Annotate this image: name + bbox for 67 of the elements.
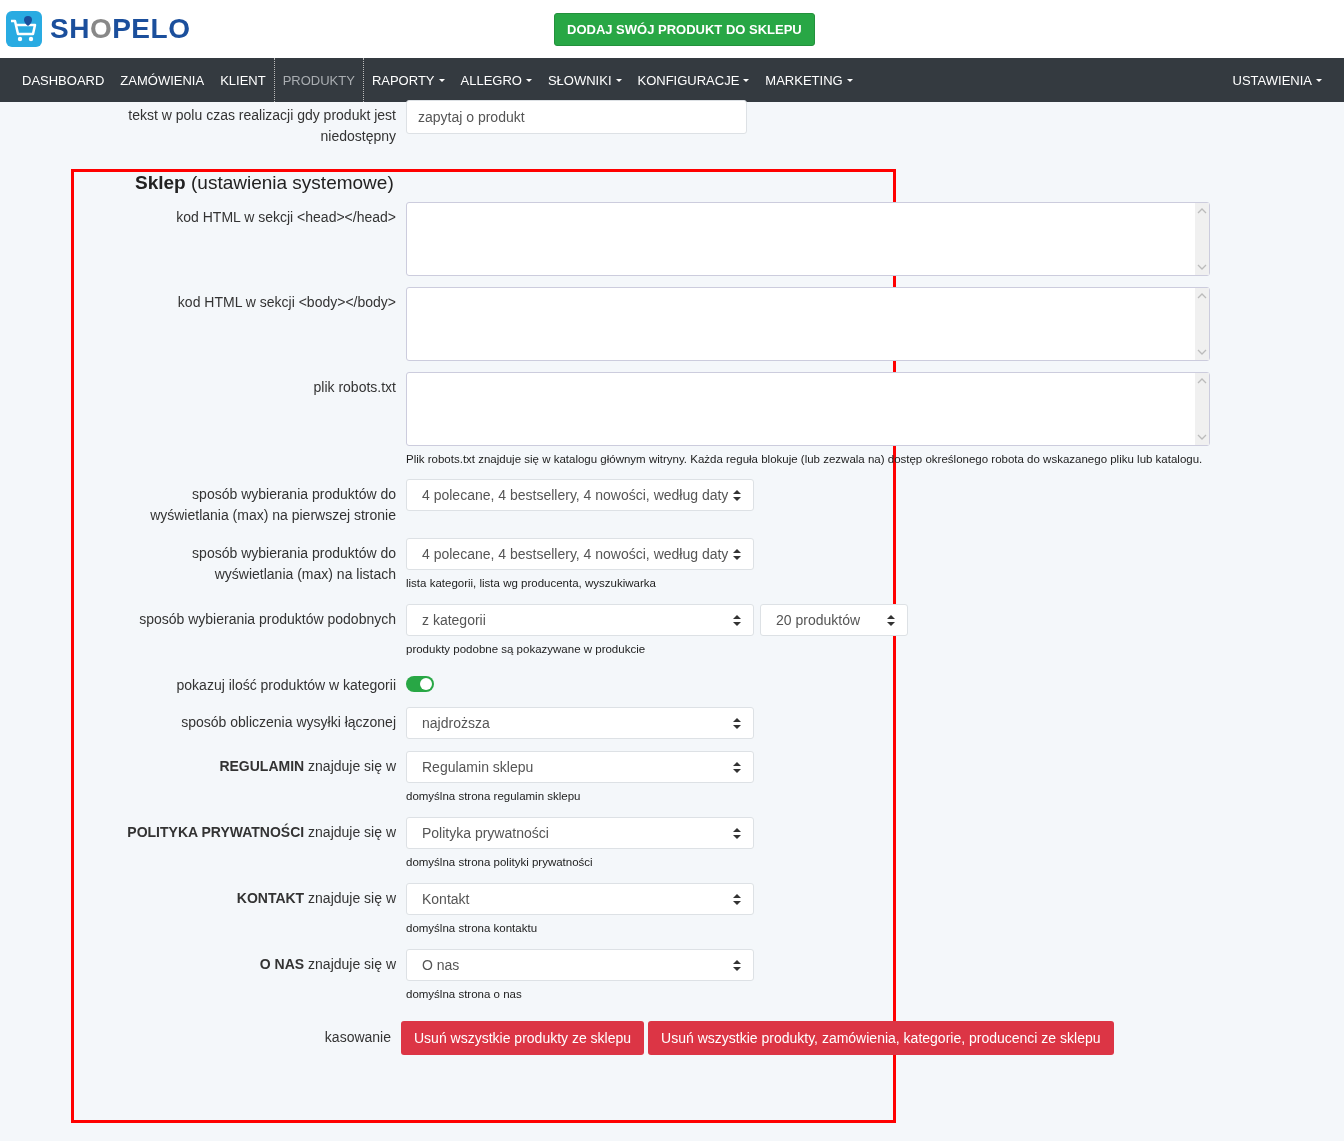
sort-icon [733,614,741,626]
sort-icon [733,893,741,905]
nav-item[interactable]: DASHBOARD [14,58,113,102]
sort-icon [733,761,741,773]
select-field[interactable]: Kontakt [406,883,754,915]
section-title: Sklep (ustawienia systemowe) [135,172,395,194]
select-field[interactable]: O nas [406,949,754,981]
sort-icon [733,489,741,501]
select-field[interactable]: Polityka prywatności [406,817,754,849]
delete-button[interactable]: Usuń wszystkie produkty, zamówienia, kategorie, producenci ze sklepu [648,1021,1114,1055]
nav-item[interactable]: USTAWIENIA [1224,58,1330,102]
text-area[interactable] [406,372,1210,446]
nav-item[interactable]: SŁOWNIKI [539,58,630,102]
sort-icon [733,548,741,560]
field-label: sposób obliczenia wysyłki łączonej [180,713,396,732]
toggle-switch[interactable] [406,676,434,692]
help-text: produkty podobne są pokazywane w produkcie [406,642,647,657]
field-label: sposób wybierania produktów podobnych [138,610,396,629]
field-label: POLITYKA PRYWATNOŚCI znajduje się w [126,822,396,842]
select-field[interactable]: 4 polecane, 4 bestsellery, 4 nowości, według daty [406,538,754,570]
nav-item[interactable]: ZAMÓWIENIA [112,58,213,102]
help-text: domyślna strona o nas [406,987,523,1002]
field-label: pokazuj ilość produktów w kategorii [175,676,396,695]
select-field[interactable]: 4 polecane, 4 bestsellery, 4 nowości, według daty [406,479,754,511]
select-field[interactable]: Regulamin sklepu [406,751,754,783]
field-label: kod HTML w sekcji <body></body> [176,293,396,312]
delete-button[interactable]: Usuń wszystkie produkty ze sklepu [401,1021,645,1055]
chevron-down-icon[interactable] [1197,264,1207,270]
chevron-up-icon[interactable] [1197,378,1207,384]
nav-item[interactable]: RAPORTY [363,58,453,102]
input-field[interactable]: zapytaj o produkt [406,100,747,134]
sort-icon [887,614,895,626]
select-field[interactable]: 20 produktów [760,604,908,636]
chevron-down-icon[interactable] [1197,349,1207,355]
chevron-up-icon[interactable] [1197,293,1207,299]
scrollbar[interactable] [1195,203,1209,275]
scrollbar[interactable] [1195,373,1209,445]
field-label: tekst w polu czas realizacji gdy produkt jest niedostępny [127,106,396,146]
scrollbar[interactable] [1195,288,1209,360]
help-text: lista kategorii, lista wg producenta, wyszukiwarka [406,576,657,591]
nav-item[interactable]: PRODUKTY [273,58,364,102]
sort-icon [733,717,741,729]
text-area[interactable] [406,287,1210,361]
text-area[interactable] [406,202,1210,276]
nav-item[interactable]: ALLEGRO [452,58,540,102]
nav-item[interactable]: KLIENT [212,58,274,102]
sort-icon [733,827,741,839]
field-label: kod HTML w sekcji <head></head> [175,208,396,227]
field-label: sposób wybierania produktów do wyświetlania (max) na listach [191,544,396,584]
field-label: KONTAKT znajduje się w [235,889,396,908]
chevron-up-icon[interactable] [1197,208,1207,214]
help-text: domyślna strona polityki prywatności [406,855,594,870]
field-label: plik robots.txt [312,378,396,397]
field-label: kasowanie [323,1028,391,1047]
field-label: O NAS znajduje się w [258,955,396,974]
cart-logo-icon [6,11,42,47]
chevron-down-icon[interactable] [1197,434,1207,440]
select-field[interactable]: z kategorii [406,604,754,636]
field-label: REGULAMIN znajduje się w [218,757,396,776]
logo-text: SHOPELO [50,13,191,45]
field-label: sposób wybierania produktów do wyświetlania (max) na pierwszej stronie [149,485,396,525]
nav-item[interactable]: MARKETING [757,58,861,102]
help-text: domyślna strona kontaktu [406,921,539,936]
help-text: domyślna strona regulamin sklepu [406,789,582,804]
nav-item[interactable]: KONFIGURACJE [629,58,758,102]
select-field[interactable]: najdroższa [406,707,754,739]
sort-icon [733,959,741,971]
